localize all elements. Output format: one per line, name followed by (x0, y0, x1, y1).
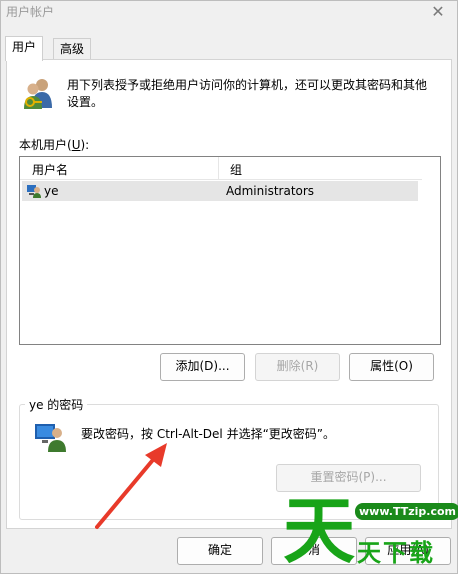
password-group-title: ye 的密码 (25, 396, 88, 413)
user-computer-icon (35, 424, 66, 452)
watermark-char: 天 (357, 539, 381, 567)
row-group: Administrators (226, 184, 315, 198)
password-instructions: 要改密码，按 Ctrl-Alt-Del 并选择“更改密码”。 (81, 427, 336, 441)
row-username: ye (44, 184, 59, 198)
watermark-char: 下 (383, 539, 407, 567)
users-listview[interactable]: 用户名 组 ye Administrators (19, 156, 441, 345)
remove-button[interactable]: 删除(R) (255, 353, 340, 381)
column-header-username[interactable]: 用户名 (32, 161, 68, 178)
tab-users[interactable]: 用户 (5, 36, 44, 61)
users-list-label: 本机用户(U): (19, 138, 90, 152)
table-row[interactable]: ye Administrators (22, 181, 418, 201)
list-header: 用户名 组 (20, 157, 422, 180)
user-accounts-window: 用户帐户 ✕ 用户 高级 用下列表授予或拒绝用户访问你的计算机，还可以更改其密码… (0, 0, 458, 574)
info-description: 用下列表授予或拒绝用户访问你的计算机，还可以更改其密码和其他设置。 (67, 78, 428, 109)
ok-button[interactable]: 确定 (177, 537, 263, 565)
users-tab-panel: 用下列表授予或拒绝用户访问你的计算机，还可以更改其密码和其他设置。 本机用户(U… (6, 59, 452, 529)
window-title: 用户帐户 (6, 5, 55, 19)
watermark-url: www.TTzip.com (355, 503, 458, 520)
user-icon (27, 185, 41, 198)
add-button[interactable]: 添加(D)... (160, 353, 245, 381)
column-divider[interactable] (218, 157, 219, 179)
watermark-char: 天 (283, 489, 356, 573)
users-icon (24, 79, 52, 109)
title-bar: 用户帐户 ✕ (1, 1, 457, 27)
tab-advanced[interactable]: 高级 (53, 38, 92, 60)
close-icon[interactable]: ✕ (425, 1, 451, 23)
watermark-char: 载 (409, 539, 433, 567)
properties-button[interactable]: 属性(O) (349, 353, 434, 381)
reset-password-button[interactable]: 重置密码(P)... (276, 464, 421, 492)
watermark: 天 www.TTzip.com 天 下 载 (281, 489, 458, 573)
column-header-group[interactable]: 组 (230, 161, 242, 178)
red-arrow-annotation (95, 443, 167, 529)
